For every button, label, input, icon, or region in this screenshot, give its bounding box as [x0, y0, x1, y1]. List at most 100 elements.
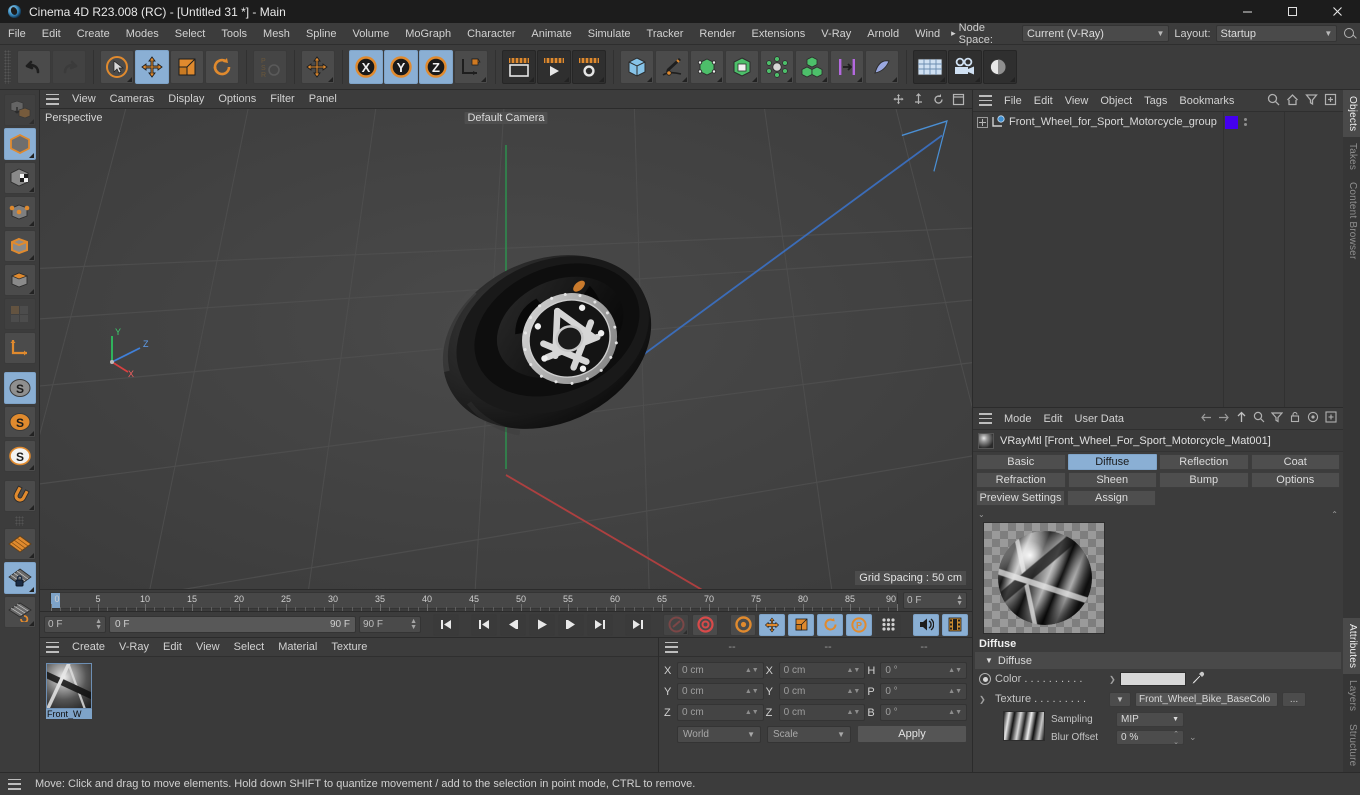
move-icon[interactable]	[135, 50, 169, 84]
back-arrow-icon[interactable]	[1200, 412, 1212, 426]
material-item[interactable]: Front_W	[46, 663, 94, 719]
menu-volume[interactable]: Volume	[345, 23, 398, 45]
menu-tracker[interactable]: Tracker	[639, 23, 692, 45]
material-menu-material[interactable]: Material	[271, 638, 324, 657]
menu-overflow-arrow-icon[interactable]: ▸	[948, 28, 959, 39]
psr-lock-icon[interactable]: PSR	[253, 50, 287, 84]
texture-browse-button[interactable]: ...	[1282, 691, 1306, 707]
viewport-menu-view[interactable]: View	[65, 90, 103, 109]
preview-end-field[interactable]: 90 F ▲ ▼	[359, 616, 421, 633]
chevron-right-icon[interactable]: ❯	[1109, 675, 1116, 684]
texture-path-field[interactable]: Front_Wheel_Bike_BaseColo	[1135, 691, 1278, 707]
search-icon[interactable]	[1342, 26, 1357, 42]
go-to-start-button[interactable]	[433, 613, 459, 636]
hamburger-icon[interactable]	[665, 641, 678, 653]
spinner-icon[interactable]: ▲▼	[846, 709, 860, 716]
enable-axis-icon[interactable]: S	[3, 372, 36, 404]
timeline-ruler[interactable]: 0 5 10 15 20 25 30 35 40 45 50 55 60 65 70 75 80 85 90	[50, 592, 898, 611]
axis-z-button[interactable]: Z	[419, 50, 453, 84]
color-radio-icon[interactable]	[979, 673, 991, 685]
object-menu-object[interactable]: Object	[1094, 90, 1138, 112]
add-layer-icon[interactable]	[1324, 93, 1337, 109]
menu-render[interactable]: Render	[691, 23, 743, 45]
edges-mode-icon[interactable]	[3, 230, 36, 262]
tab-diffuse[interactable]: Diffuse	[1067, 454, 1157, 470]
diffuse-group-header[interactable]: ▼ Diffuse	[975, 652, 1341, 669]
rotation-key-button[interactable]	[817, 613, 843, 636]
viewport-menu-panel[interactable]: Panel	[302, 90, 344, 109]
camera-icon[interactable]	[948, 50, 982, 84]
forward-arrow-icon[interactable]	[1218, 412, 1230, 426]
material-preview[interactable]	[983, 522, 1105, 634]
object-menu-edit[interactable]: Edit	[1028, 90, 1059, 112]
tab-structure[interactable]: Structure	[1343, 718, 1360, 772]
current-frame-field[interactable]: 0 F ▲ ▼	[903, 592, 967, 609]
menu-spline[interactable]: Spline	[298, 23, 345, 45]
points-mode-icon[interactable]	[3, 196, 36, 228]
texture-dropdown-button[interactable]: ▼	[1109, 691, 1131, 707]
filter-icon[interactable]	[1270, 411, 1284, 426]
menu-vray[interactable]: V-Ray	[813, 23, 859, 45]
step-forward-button[interactable]	[558, 613, 584, 636]
object-menu-bookmarks[interactable]: Bookmarks	[1173, 90, 1240, 112]
viewport-menu-cameras[interactable]: Cameras	[103, 90, 162, 109]
axis-mode-icon[interactable]	[3, 332, 36, 364]
lock-icon[interactable]	[1289, 411, 1301, 426]
sound-button[interactable]	[913, 613, 939, 636]
material-menu-texture[interactable]: Texture	[324, 638, 374, 657]
spinner-icon[interactable]: ▲▼	[95, 618, 102, 631]
viewport-camera-label[interactable]: Default Camera	[464, 112, 548, 124]
viewport-3d[interactable]: Perspective Default Camera Y Z X Grid Sp…	[40, 109, 972, 589]
rotation-p-input[interactable]: 0 ° ▲▼	[880, 683, 968, 700]
viewport-solo-icon[interactable]: S	[3, 440, 36, 472]
menu-character[interactable]: Character	[459, 23, 523, 45]
point-level-animation-button[interactable]	[875, 613, 901, 636]
redo-icon[interactable]	[52, 50, 86, 84]
tab-content-browser[interactable]: Content Browser	[1343, 176, 1360, 265]
chevron-down-icon[interactable]: ⌄	[1189, 732, 1197, 743]
tab-attributes[interactable]: Attributes	[1343, 618, 1360, 675]
viewport-menu-display[interactable]: Display	[161, 90, 211, 109]
add-cube-icon[interactable]	[620, 50, 654, 84]
menu-arnold[interactable]: Arnold	[859, 23, 907, 45]
light-icon[interactable]	[983, 50, 1017, 84]
menu-tools[interactable]: Tools	[213, 23, 255, 45]
object-manager-body[interactable]: Front_Wheel_for_Sport_Motorcycle_group	[973, 112, 1343, 407]
menu-file[interactable]: File	[0, 23, 34, 45]
diffuse-color-swatch[interactable]	[1119, 672, 1186, 686]
size-y-input[interactable]: 0 cm ▲▼	[778, 683, 866, 700]
search-icon[interactable]	[1253, 411, 1265, 426]
hamburger-icon[interactable]	[46, 641, 59, 653]
preview-collapse-row[interactable]: ⌄ ⌃	[973, 508, 1343, 520]
mograph-icon[interactable]	[760, 50, 794, 84]
hamburger-icon[interactable]	[46, 93, 59, 105]
generator-icon[interactable]	[690, 50, 724, 84]
texture-mode-icon[interactable]	[3, 162, 36, 194]
maximize-button[interactable]	[1270, 0, 1315, 23]
material-menu-vray[interactable]: V-Ray	[112, 638, 156, 657]
close-button[interactable]	[1315, 0, 1360, 23]
tab-basic[interactable]: Basic	[976, 454, 1066, 470]
scale-icon[interactable]	[170, 50, 204, 84]
rotation-h-input[interactable]: 0 ° ▲▼	[880, 662, 968, 679]
add-icon[interactable]	[1325, 411, 1337, 426]
film-strip-button[interactable]	[942, 613, 968, 636]
menu-mograph[interactable]: MoGraph	[397, 23, 459, 45]
tab-sheen[interactable]: Sheen	[1067, 472, 1157, 488]
material-thumbnail[interactable]	[46, 663, 92, 709]
hamburger-icon[interactable]	[8, 778, 21, 790]
rotate-icon[interactable]	[205, 50, 239, 84]
menu-edit[interactable]: Edit	[34, 23, 69, 45]
chevron-right-icon[interactable]: ❯	[979, 695, 991, 704]
menu-create[interactable]: Create	[69, 23, 118, 45]
autokeying-button[interactable]	[692, 613, 718, 636]
spinner-icon[interactable]: ▲▼	[745, 667, 759, 674]
coordinate-system-select[interactable]: World ▼	[677, 725, 761, 743]
start-frame-field[interactable]: 0 F ▲ ▼	[44, 616, 106, 633]
menu-extensions[interactable]: Extensions	[743, 23, 813, 45]
toolbar-grip[interactable]	[4, 50, 11, 84]
tab-objects[interactable]: Objects	[1343, 90, 1360, 138]
model-mode-icon[interactable]	[3, 128, 36, 160]
object-menu-tags[interactable]: Tags	[1138, 90, 1173, 112]
model-object-toggle-icon[interactable]	[3, 94, 36, 126]
